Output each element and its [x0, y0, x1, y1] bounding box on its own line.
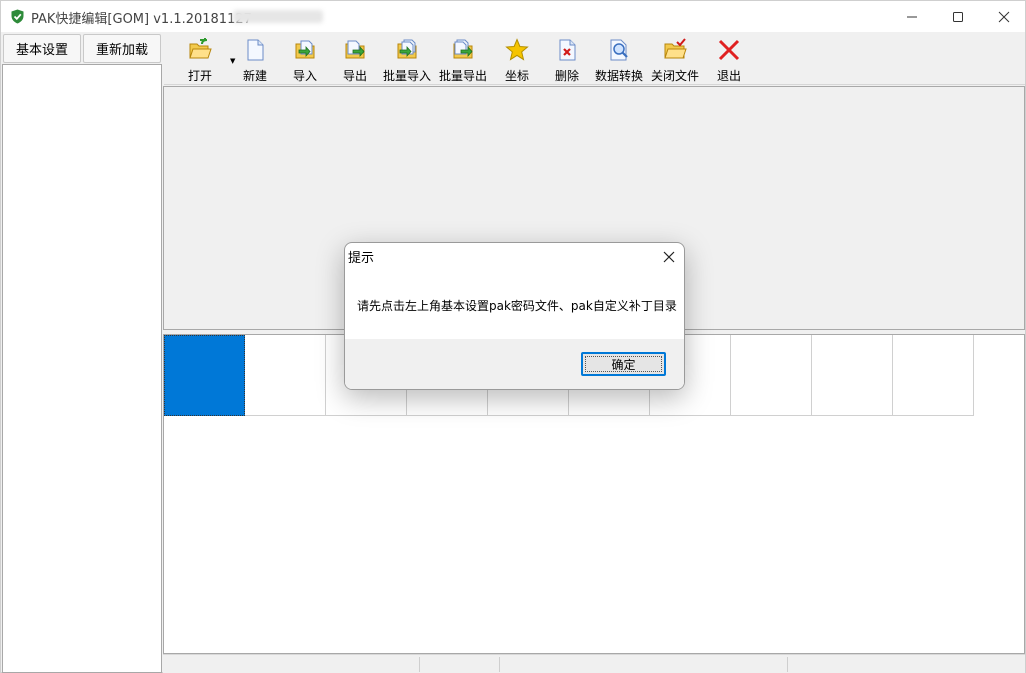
import-icon: [295, 40, 315, 59]
toolbar-close-file-button[interactable]: 关闭文件: [648, 34, 702, 84]
title-redacted-area: [233, 10, 323, 23]
toolbar-exit-button[interactable]: 退出: [710, 34, 748, 84]
status-separator: [419, 657, 420, 672]
toolbar-new-label: 新建: [242, 69, 267, 83]
title-bar: PAK快捷编辑[GOM] v1.1.20181127: [1, 1, 1025, 32]
window-title: PAK快捷编辑[GOM] v1.1.20181127: [31, 12, 252, 27]
toolbar-coordinates-label: 坐标: [504, 69, 529, 83]
grid-cell[interactable]: [245, 335, 326, 416]
status-bar: [163, 654, 1025, 673]
close-button[interactable]: [981, 1, 1026, 32]
file-tree-list[interactable]: [2, 64, 162, 673]
minimize-icon: [907, 16, 917, 17]
batch-import-icon: [397, 39, 417, 59]
toolbar-new-button[interactable]: 新建: [236, 34, 274, 84]
toolbar-open-label: 打开: [187, 69, 212, 83]
close-icon: [663, 251, 675, 263]
close-icon: [998, 11, 1010, 22]
status-separator: [499, 657, 500, 672]
toolbar-batch-export-button[interactable]: 批量导出: [436, 34, 490, 84]
dialog-message: 请先点击左上角基本设置pak密码文件、pak自定义补丁目录: [357, 299, 677, 313]
toolbar-coordinates-button[interactable]: 坐标: [498, 34, 536, 84]
exit-icon: [718, 39, 740, 61]
maximize-icon: [953, 11, 963, 22]
ok-button-label: 确定: [611, 357, 636, 372]
close-file-icon: [664, 38, 687, 59]
toolbar-export-button[interactable]: 导出: [336, 34, 374, 84]
toolbar-batch-import-label: 批量导入: [382, 69, 431, 83]
minimize-button[interactable]: [889, 1, 935, 32]
toolbar-exit-label: 退出: [716, 69, 741, 83]
status-separator: [787, 657, 788, 672]
basic-settings-button[interactable]: 基本设置: [3, 34, 81, 63]
toolbar: 打开 ▼ 新建 导入 导出 批量导入 批量导出 坐标 删除 数据转换 关闭文件 …: [164, 34, 1025, 85]
toolbar-data-convert-label: 数据转换: [594, 69, 643, 83]
ok-button[interactable]: 确定: [581, 352, 666, 376]
toolbar-export-label: 导出: [342, 69, 367, 83]
toolbar-batch-import-button[interactable]: 批量导入: [380, 34, 434, 84]
grid-cell[interactable]: [731, 335, 812, 416]
toolbar-batch-export-label: 批量导出: [438, 69, 487, 83]
new-file-icon: [247, 39, 264, 61]
dialog-footer: 确定: [345, 339, 684, 389]
batch-export-icon: [453, 39, 473, 59]
grid-cell-selected[interactable]: [164, 335, 245, 416]
alert-dialog: 提示 请先点击左上角基本设置pak密码文件、pak自定义补丁目录 确定: [344, 242, 685, 390]
dialog-title: 提示: [348, 251, 375, 266]
dialog-close-button[interactable]: [657, 246, 681, 268]
export-icon: [345, 40, 365, 59]
maximize-button[interactable]: [935, 1, 981, 32]
delete-file-icon: [559, 39, 576, 61]
grid-cell[interactable]: [812, 335, 893, 416]
toolbar-close-file-label: 关闭文件: [650, 69, 699, 83]
toolbar-data-convert-button[interactable]: 数据转换: [592, 34, 646, 84]
star-icon: [505, 38, 529, 61]
toolbar-delete-label: 删除: [554, 69, 579, 83]
toolbar-open-button[interactable]: 打开 ▼: [174, 34, 235, 84]
open-folder-icon: [189, 38, 212, 59]
shield-check-icon: [11, 9, 24, 24]
reload-button[interactable]: 重新加载: [83, 34, 161, 63]
data-convert-icon: [610, 39, 628, 61]
app-window: PAK快捷编辑[GOM] v1.1.20181127 基本设置 重新加载 打开 …: [0, 0, 1026, 673]
toolbar-import-label: 导入: [292, 69, 317, 83]
grid-cell[interactable]: [893, 335, 974, 416]
chevron-down-icon[interactable]: ▼: [230, 57, 235, 65]
toolbar-delete-button[interactable]: 删除: [548, 34, 586, 84]
toolbar-import-button[interactable]: 导入: [286, 34, 324, 84]
